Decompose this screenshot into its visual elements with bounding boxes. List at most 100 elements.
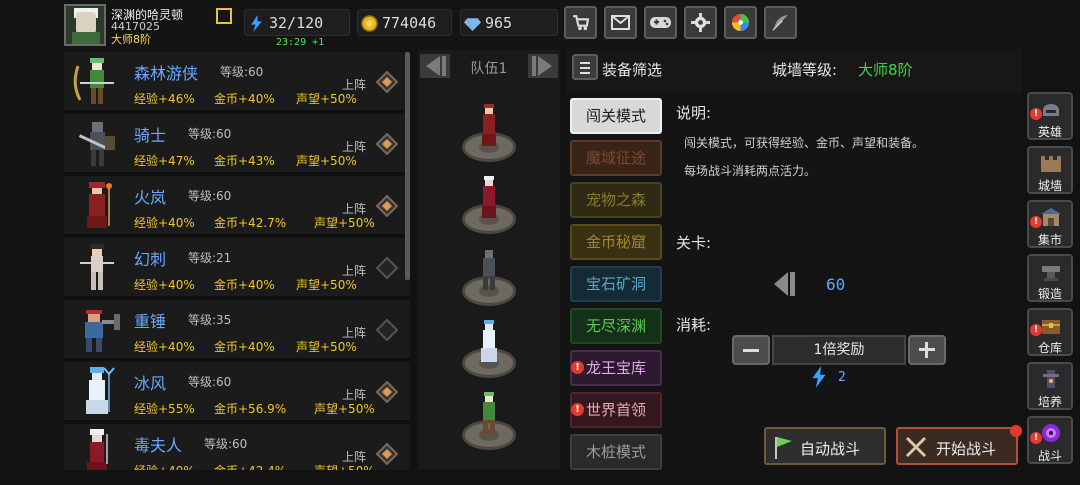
mode-dragon-vault[interactable]: ! 龙王宝库 xyxy=(570,350,662,386)
gem-counter[interactable]: 965 xyxy=(460,9,558,36)
hero-row[interactable]: 幻刺 等级:21 经验+40% 金币+40% 声望+50% 上阵 xyxy=(64,238,410,298)
description-title: 说明: xyxy=(676,104,712,122)
gold-coin-icon xyxy=(361,15,378,32)
team-next-arrow-icon[interactable] xyxy=(526,50,560,82)
start-battle-button[interactable]: 开始战斗 xyxy=(896,425,1022,465)
deploy-toggle[interactable] xyxy=(376,443,398,465)
deploy-label: 上阵 xyxy=(342,450,367,464)
edit-icon[interactable] xyxy=(216,8,232,24)
hero-row[interactable]: 毒夫人 等级:60 经验+40% 金币+42.4% 声望+50% 上阵 xyxy=(64,424,410,470)
filter-menu-icon[interactable] xyxy=(572,54,598,80)
wall-icon xyxy=(1041,156,1061,172)
nav-battle[interactable]: ! 战斗 xyxy=(1027,416,1073,464)
hero-name: 骑士 xyxy=(134,126,167,145)
stage-prev-arrow-icon[interactable] xyxy=(770,270,798,298)
feather-icon xyxy=(772,14,789,31)
gear-icon xyxy=(691,13,710,32)
hero-level: 等级:60 xyxy=(188,189,232,203)
chest-icon xyxy=(1042,320,1060,334)
lucky-wheel-button[interactable] xyxy=(724,6,757,39)
hero-exp-bonus: 经验+40% xyxy=(134,340,195,354)
hero-level: 等级:21 xyxy=(188,251,232,265)
gold-counter[interactable]: 774046 xyxy=(357,9,452,36)
gamepad-button[interactable] xyxy=(644,6,677,39)
team-panel: 队伍1 xyxy=(418,50,560,470)
team-slot[interactable] xyxy=(456,318,522,384)
team-slot[interactable] xyxy=(456,174,522,240)
hero-row[interactable]: 火岚 等级:60 经验+40% 金币+42.7% 声望+50% 上阵 xyxy=(64,176,410,236)
lightning-icon xyxy=(812,366,826,388)
nav-wall[interactable]: 城墙 xyxy=(1027,146,1073,194)
hero-gold-bonus: 金币+42.4% xyxy=(214,462,286,470)
hero-level: 等级:60 xyxy=(188,127,232,141)
decrease-button[interactable] xyxy=(732,335,770,365)
feather-button[interactable] xyxy=(764,6,797,39)
deploy-label: 上阵 xyxy=(342,140,367,154)
deploy-toggle[interactable] xyxy=(376,71,398,93)
settings-button[interactable] xyxy=(684,6,717,39)
nav-label: 战斗 xyxy=(1037,449,1062,463)
poison-lady-sprite xyxy=(482,176,496,218)
mode-campaign[interactable]: 闯关模式 xyxy=(570,98,662,134)
cost-title: 消耗: xyxy=(676,316,712,334)
team-slot[interactable] xyxy=(456,246,522,312)
description-text: 闯关模式，可获得经验、金币、声望和装备。 xyxy=(684,136,925,150)
energy-timer: 23:29 +1 xyxy=(276,37,325,48)
team-slot[interactable] xyxy=(456,102,522,168)
nav-label: 城墙 xyxy=(1037,179,1062,193)
shop-button[interactable] xyxy=(564,6,597,39)
nav-heroes[interactable]: ! 英雄 xyxy=(1027,92,1073,140)
mode-world-boss[interactable]: ! 世界首领 xyxy=(570,392,662,428)
mode-content: 闯关模式 魔域征途 宠物之森 金币秘窟 宝石矿洞 无尽深渊 ! 龙王宝库 ! 世界首… xyxy=(566,92,1022,470)
deploy-toggle[interactable] xyxy=(376,319,398,341)
deploy-toggle[interactable] xyxy=(376,381,398,403)
nav-label: 集市 xyxy=(1037,233,1062,247)
mode-gold-cave[interactable]: 金币秘窟 xyxy=(570,224,662,260)
gem-icon xyxy=(464,18,481,31)
hero-exp-bonus: 经验+40% xyxy=(134,462,195,470)
deploy-toggle[interactable] xyxy=(376,257,398,279)
knight-sprite xyxy=(78,122,115,166)
wall-level-label: 城墙等级: xyxy=(772,61,838,79)
team-slot[interactable] xyxy=(456,390,522,456)
mode-training-dummy[interactable]: 木桩模式 xyxy=(570,434,662,470)
hero-gold-bonus: 金币+40% xyxy=(214,340,275,354)
deploy-toggle[interactable] xyxy=(376,195,398,217)
hero-level: 等级:60 xyxy=(188,375,232,389)
totem-icon xyxy=(1043,370,1059,388)
increase-button[interactable] xyxy=(908,335,946,365)
fire-mage-sprite xyxy=(482,104,496,146)
deploy-label: 上阵 xyxy=(342,78,367,92)
player-avatar[interactable] xyxy=(64,4,106,46)
alert-badge-icon: ! xyxy=(1030,324,1042,336)
alert-badge-icon: ! xyxy=(1030,216,1042,228)
mode-endless-abyss[interactable]: 无尽深渊 xyxy=(570,308,662,344)
helmet-icon xyxy=(1043,104,1059,116)
hero-name: 幻刺 xyxy=(134,250,167,269)
nav-forge[interactable]: 锻造 xyxy=(1027,254,1073,302)
nav-warehouse[interactable]: ! 仓库 xyxy=(1027,308,1073,356)
nav-market[interactable]: ! 集市 xyxy=(1027,200,1073,248)
auto-battle-label: 自动战斗 xyxy=(800,440,861,458)
hero-row[interactable]: 森林游侠 等级:60 经验+46% 金币+40% 声望+50% 上阵 xyxy=(64,52,410,112)
mode-demon-realm[interactable]: 魔域征途 xyxy=(570,140,662,176)
hero-exp-bonus: 经验+40% xyxy=(134,278,195,292)
hero-row[interactable]: 重锤 等级:35 经验+40% 金币+40% 声望+50% 上阵 xyxy=(64,300,410,360)
hero-list[interactable]: 森林游侠 等级:60 经验+46% 金币+40% 声望+50% 上阵 骑士 等级… xyxy=(64,50,410,470)
mail-button[interactable] xyxy=(604,6,637,39)
hero-exp-bonus: 经验+47% xyxy=(134,154,195,168)
hero-row[interactable]: 骑士 等级:60 经验+47% 金币+43% 声望+50% 上阵 xyxy=(64,114,410,174)
auto-battle-button[interactable]: 自动战斗 xyxy=(764,427,886,465)
deploy-toggle[interactable] xyxy=(376,133,398,155)
hammer-sprite xyxy=(85,310,120,352)
stage-title: 关卡: xyxy=(676,234,712,252)
mode-pet-forest[interactable]: 宠物之森 xyxy=(570,182,662,218)
nav-label: 仓库 xyxy=(1037,341,1062,355)
nav-training[interactable]: 培养 xyxy=(1027,362,1073,410)
hero-row[interactable]: 冰风 等级:60 经验+55% 金币+56.9% 声望+50% 上阵 xyxy=(64,362,410,422)
hero-list-scrollbar[interactable] xyxy=(405,52,410,280)
energy-counter[interactable]: 32/120 xyxy=(244,9,350,36)
equipment-filter-label[interactable]: 装备筛选 xyxy=(602,59,662,80)
mode-gem-mine[interactable]: 宝石矿洞 xyxy=(570,266,662,302)
deploy-label: 上阵 xyxy=(342,264,367,278)
